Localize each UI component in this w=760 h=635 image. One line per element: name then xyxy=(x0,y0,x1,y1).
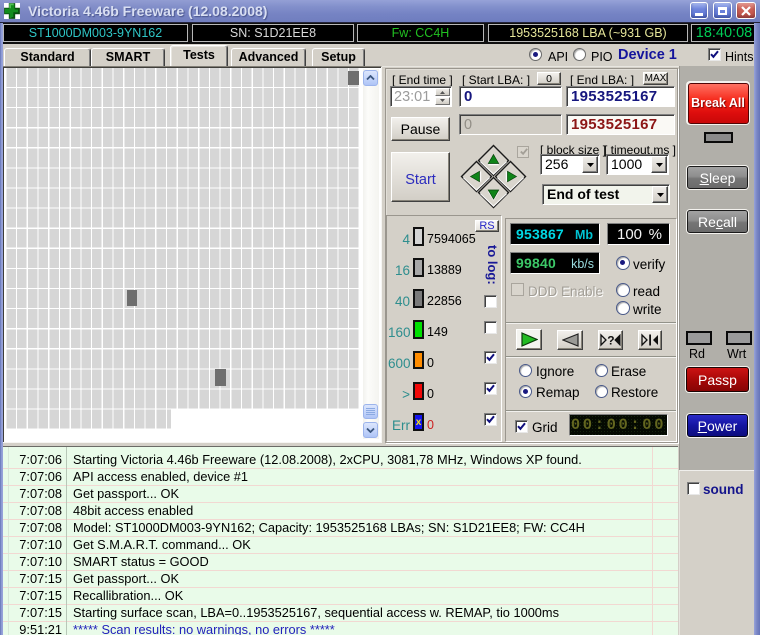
svg-text:?: ? xyxy=(607,334,614,348)
